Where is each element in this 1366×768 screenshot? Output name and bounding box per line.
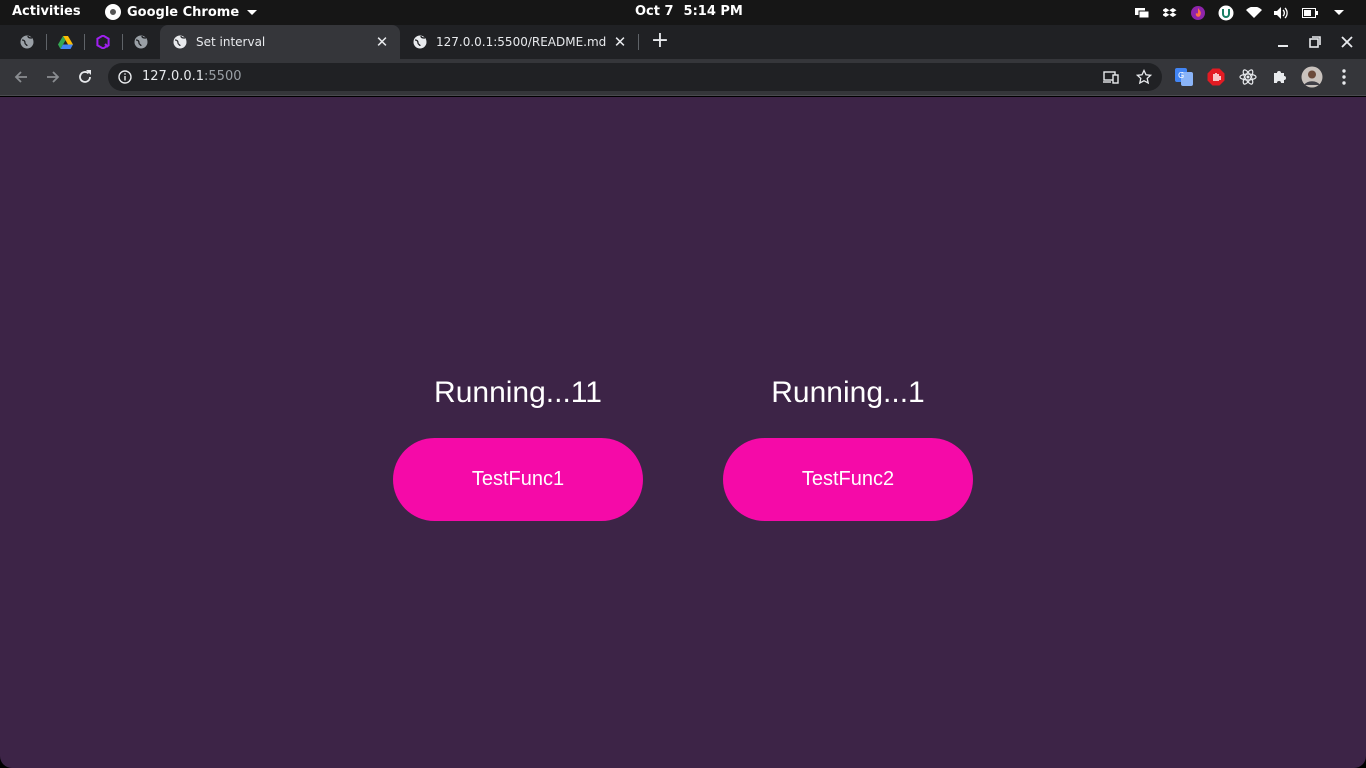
- testfunc1-button[interactable]: TestFunc1: [393, 438, 643, 521]
- adblock-extension-icon[interactable]: [1205, 66, 1227, 88]
- reload-button[interactable]: [72, 64, 98, 90]
- extensions-puzzle-icon[interactable]: [1269, 66, 1291, 88]
- pinned-tab-2[interactable]: [46, 25, 84, 59]
- volume-icon[interactable]: [1268, 4, 1296, 21]
- globe-icon: [134, 35, 148, 49]
- globe-icon: [173, 35, 187, 49]
- clock-date: Oct 7: [635, 4, 674, 19]
- bookmark-star-icon[interactable]: [1133, 66, 1155, 88]
- display-icon[interactable]: [1128, 4, 1156, 21]
- tab-title: 127.0.0.1:5500/README.md: [436, 35, 607, 49]
- page-content: Running...11 TestFunc1 Running...1 TestF…: [0, 97, 1366, 768]
- google-drive-icon: [57, 35, 73, 49]
- restore-button[interactable]: [1299, 25, 1331, 59]
- react-devtools-icon[interactable]: [1237, 66, 1259, 88]
- forward-button[interactable]: [40, 64, 66, 90]
- counter-column-2: Running...1 TestFunc2: [723, 372, 973, 521]
- arrow-left-icon: [14, 71, 27, 83]
- chrome-menu-icon[interactable]: [1333, 66, 1355, 88]
- tab-strip: Set interval ✕ 127.0.0.1:5500/README.md …: [0, 25, 1366, 59]
- gnome-top-bar: Activities Google Chrome Oct 7 5:14 PM: [0, 0, 1366, 25]
- close-tab-icon[interactable]: ✕: [610, 32, 630, 52]
- minimize-icon: [1278, 45, 1288, 47]
- pinned-tab-1[interactable]: [8, 25, 46, 59]
- address-bar[interactable]: 127.0.0.1:5500: [108, 63, 1162, 91]
- pinned-tab-3[interactable]: [84, 25, 122, 59]
- minimize-button[interactable]: [1267, 25, 1299, 59]
- new-tab-button[interactable]: +: [648, 30, 672, 54]
- svg-text:G: G: [1178, 71, 1184, 80]
- purple-app-icon: [96, 35, 110, 49]
- clock-time: 5:14 PM: [683, 4, 743, 19]
- globe-icon: [20, 35, 34, 49]
- globe-icon: [413, 35, 427, 49]
- info-icon[interactable]: [118, 70, 132, 84]
- url-port: :5500: [204, 69, 242, 84]
- system-menu-caret-icon[interactable]: [1324, 4, 1352, 21]
- battery-icon[interactable]: [1296, 4, 1324, 21]
- tab-title: Set interval: [196, 35, 266, 49]
- firefox-flame-icon[interactable]: [1184, 4, 1212, 21]
- translate-extension-icon[interactable]: G: [1173, 66, 1195, 88]
- clock[interactable]: Oct 7 5:14 PM: [635, 4, 743, 19]
- cast-device-icon[interactable]: [1100, 66, 1122, 88]
- chrome-icon: [105, 4, 121, 20]
- counter-column-1: Running...11 TestFunc1: [393, 372, 643, 521]
- tab-readme[interactable]: 127.0.0.1:5500/README.md ✕: [400, 25, 638, 59]
- close-icon: [1341, 36, 1353, 48]
- running-status-1: Running...11: [434, 376, 602, 409]
- close-tab-icon[interactable]: ✕: [372, 32, 392, 52]
- back-button[interactable]: [8, 64, 34, 90]
- reload-icon: [79, 70, 91, 83]
- app-menu[interactable]: Google Chrome: [105, 4, 258, 20]
- u-app-icon[interactable]: [1212, 4, 1240, 21]
- testfunc2-button[interactable]: TestFunc2: [723, 438, 973, 521]
- dropbox-icon[interactable]: [1156, 4, 1184, 21]
- tab-set-interval[interactable]: Set interval ✕: [160, 25, 400, 59]
- wifi-icon[interactable]: [1240, 4, 1268, 21]
- restore-icon: [1309, 36, 1321, 48]
- url-text: 127.0.0.1:5500: [142, 69, 242, 84]
- running-status-2: Running...1: [771, 376, 925, 409]
- profile-avatar[interactable]: [1301, 66, 1323, 88]
- close-window-button[interactable]: [1331, 25, 1363, 59]
- url-host: 127.0.0.1: [142, 69, 205, 84]
- caret-down-icon: [247, 9, 258, 15]
- arrow-right-icon: [47, 71, 60, 83]
- app-menu-label: Google Chrome: [127, 4, 240, 20]
- activities-button[interactable]: Activities: [12, 4, 81, 19]
- system-tray: [1128, 4, 1352, 21]
- pinned-tab-4[interactable]: [122, 25, 160, 59]
- browser-toolbar: 127.0.0.1:5500 G: [0, 59, 1366, 96]
